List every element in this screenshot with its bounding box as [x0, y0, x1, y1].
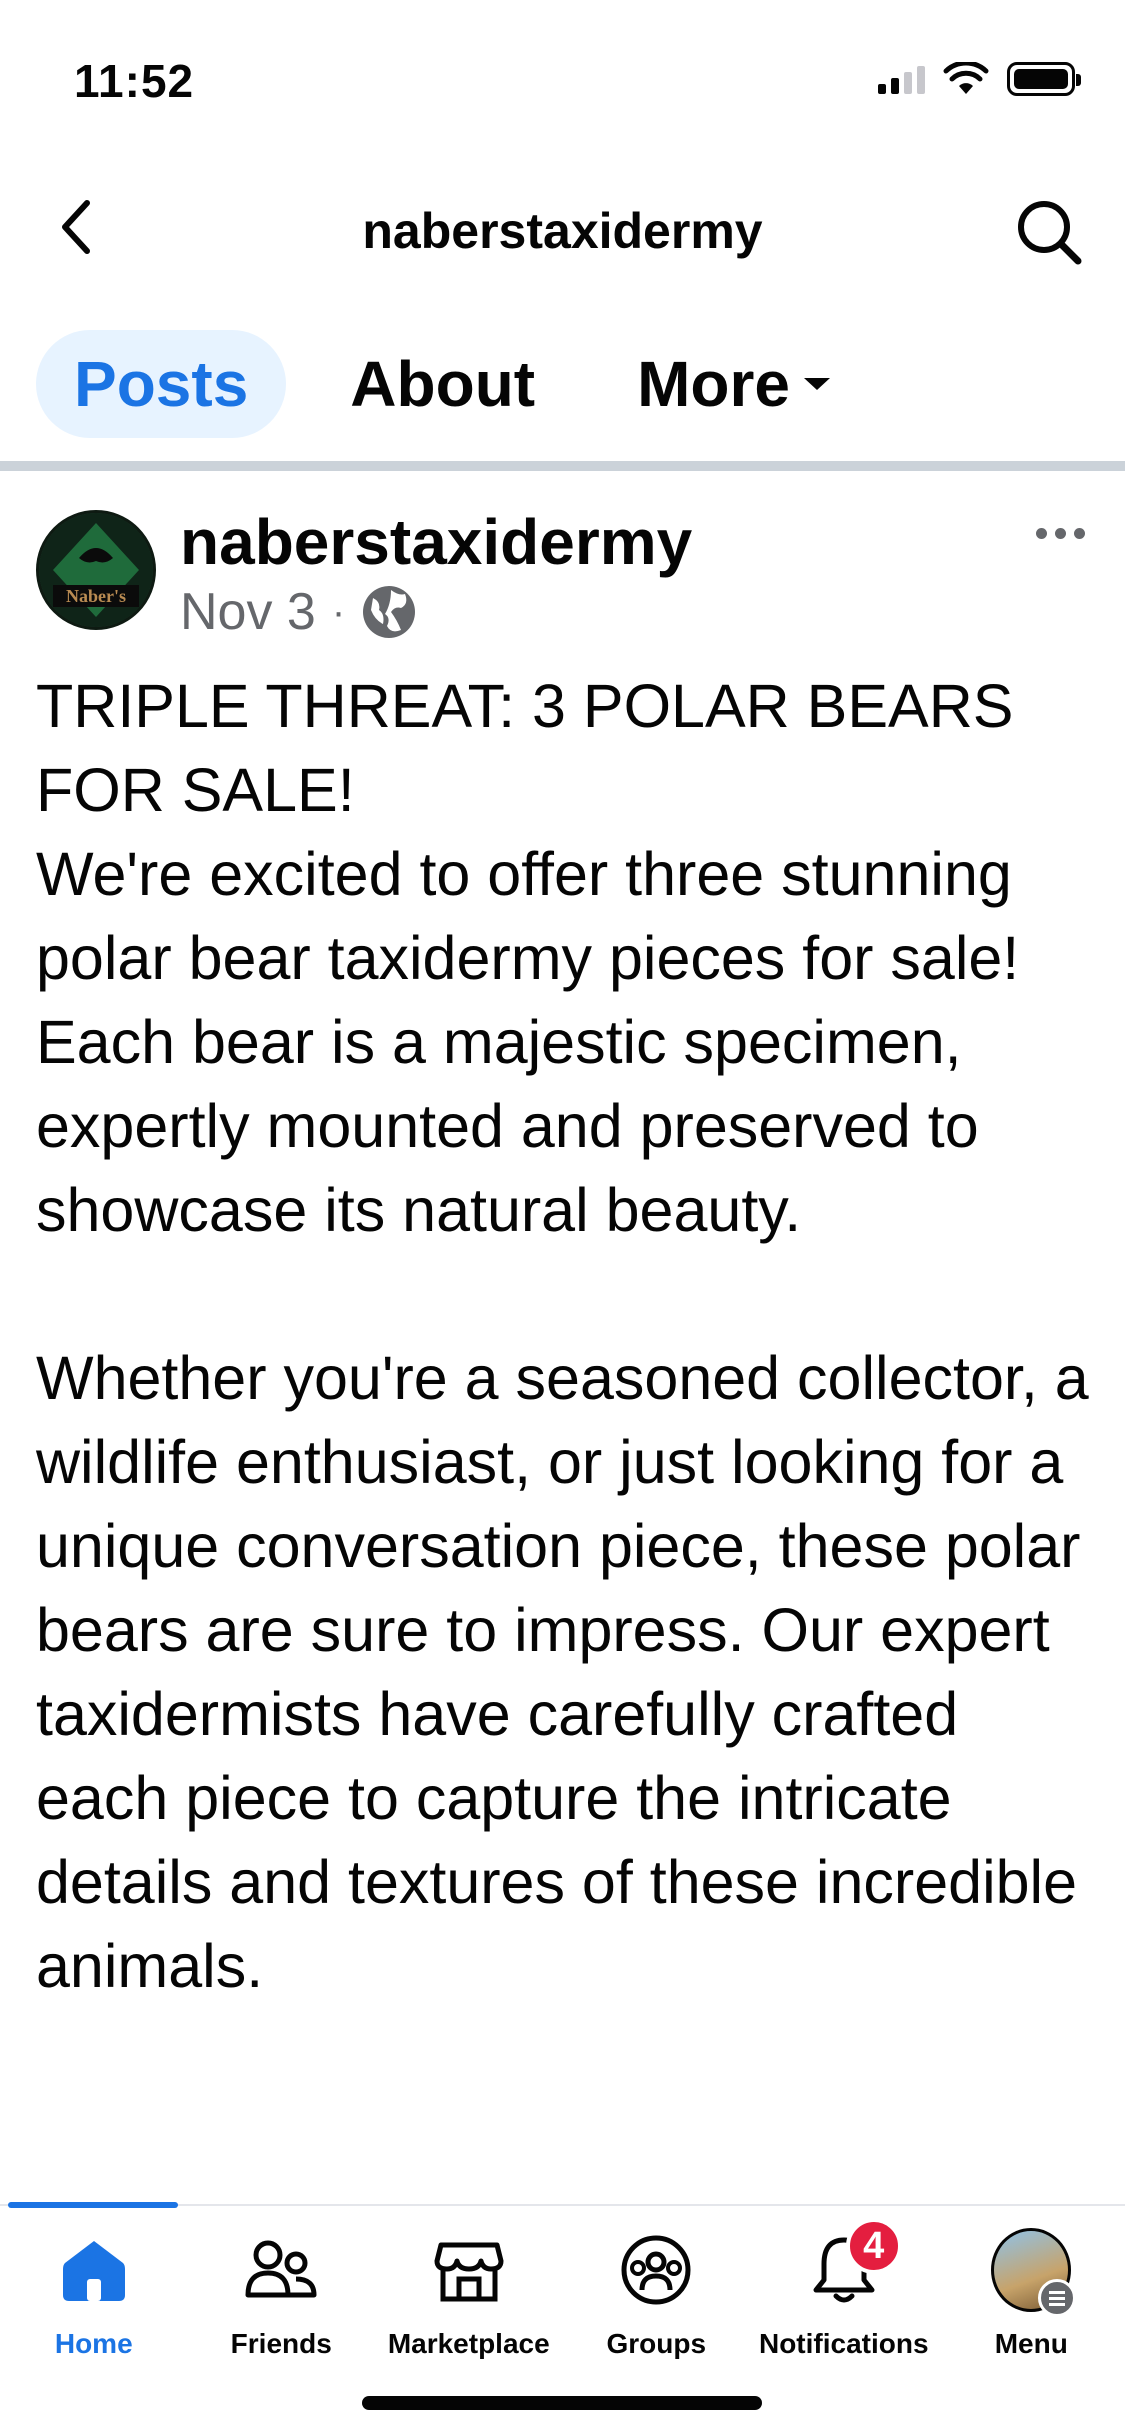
tab-about-label: About [350, 348, 536, 420]
tab-posts[interactable]: Posts [36, 330, 287, 438]
nav-home[interactable]: Home [0, 2208, 188, 2378]
meta-separator: · [331, 589, 346, 634]
profile-tabs: Posts About More [36, 330, 894, 438]
nav-groups-label: Groups [606, 2328, 707, 2359]
page: 11:52 naberstaxidermy Posts About More N… [0, 0, 1125, 2436]
home-indicator [362, 2396, 762, 2410]
home-icon [54, 2230, 134, 2310]
post-author-name[interactable]: naberstaxidermy [180, 505, 692, 579]
notification-badge: 4 [845, 2218, 902, 2274]
nav-home-label: Home [54, 2328, 133, 2359]
svg-text:Naber's: Naber's [66, 586, 126, 606]
tab-about[interactable]: About [312, 330, 573, 438]
globe-icon [363, 586, 416, 638]
nav-friends-label: Friends [230, 2328, 332, 2359]
nabers-logo: Naber's [39, 513, 153, 627]
more-dots-icon [1036, 528, 1047, 539]
menu-icon [991, 2228, 1077, 2317]
bell-icon: 4 [804, 2218, 902, 2310]
marketplace-icon [429, 2230, 509, 2310]
status-icons [878, 62, 1081, 96]
nav-menu[interactable]: Menu [938, 2208, 1125, 2378]
tab-posts-label: Posts [74, 348, 249, 420]
post-text: TRIPLE THREAT: 3 POLAR BEARS FOR SALE! W… [36, 672, 1089, 2000]
tab-more-label: More [637, 348, 790, 420]
battery-icon [1007, 62, 1081, 96]
status-time: 11:52 [74, 55, 195, 107]
wifi-icon [943, 62, 989, 94]
tab-more[interactable]: More [599, 330, 868, 438]
nav-notifications-label: Notifications [758, 2328, 929, 2359]
post-meta: Nov 3 · [180, 582, 417, 642]
post-date[interactable]: Nov 3 [180, 582, 316, 642]
nav-groups[interactable]: Groups [563, 2208, 751, 2378]
page-header: naberstaxidermy [0, 180, 1125, 280]
cellular-signal-icon [878, 64, 925, 94]
profile-avatar [991, 2228, 1077, 2317]
search-button[interactable] [1009, 192, 1089, 272]
nav-notifications[interactable]: 4 Notifications [750, 2208, 938, 2378]
nav-marketplace[interactable]: Marketplace [375, 2208, 563, 2378]
nav-friends[interactable]: Friends [188, 2208, 376, 2378]
groups-icon [616, 2230, 696, 2310]
post-options-button[interactable] [1036, 528, 1085, 539]
nav-marketplace-label: Marketplace [387, 2328, 550, 2359]
bottom-nav: Home Friends Marketplace Groups 4 Notifi… [0, 2208, 1125, 2378]
nav-menu-label: Menu [994, 2328, 1068, 2359]
post-author-avatar[interactable]: Naber's [36, 510, 156, 630]
section-divider [0, 461, 1125, 471]
page-title: naberstaxidermy [362, 203, 763, 259]
search-icon [1018, 201, 1082, 265]
friends-icon [241, 2230, 321, 2310]
hamburger-icon [1038, 2279, 1077, 2317]
caret-down-icon [804, 378, 830, 390]
